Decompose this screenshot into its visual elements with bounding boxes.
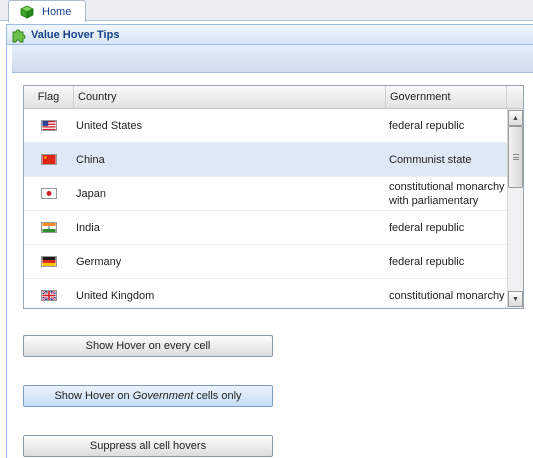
green-cube-icon <box>20 5 34 19</box>
grid-vertical-scrollbar[interactable]: ▲ ▼ <box>507 109 523 308</box>
government-cell: Communist state <box>389 153 472 166</box>
japan-flag-icon <box>41 188 57 199</box>
table-row[interactable]: United States federal republic <box>24 109 507 143</box>
country-cell: Germany <box>76 255 122 268</box>
country-cell: United States <box>76 119 143 132</box>
puzzle-piece-icon <box>12 29 26 42</box>
scrollbar-thumb[interactable] <box>508 126 523 188</box>
country-cell: United Kingdom <box>76 289 155 302</box>
table-row[interactable]: India federal republic <box>24 211 507 245</box>
germany-flag-icon <box>41 256 57 267</box>
column-header-spacer <box>507 86 523 109</box>
government-cell: constitutional monarchy <box>389 289 505 302</box>
india-flag-icon <box>41 222 57 233</box>
table-row[interactable]: Japan constitutional monarchy with parli… <box>24 177 507 211</box>
country-grid: Flag Country Government United States fe… <box>23 85 524 309</box>
country-cell: Japan <box>76 187 106 200</box>
column-header-flag[interactable]: Flag <box>24 86 74 109</box>
tab-home[interactable]: Home <box>8 0 86 22</box>
show-hover-government-cells-button[interactable]: Show Hover on Government cells only <box>23 385 273 407</box>
panel-toolbar <box>12 45 533 73</box>
tab-home-label: Home <box>42 5 72 18</box>
show-hover-every-cell-button[interactable]: Show Hover on every cell <box>23 335 273 357</box>
column-header-government[interactable]: Government <box>386 86 507 109</box>
scroll-up-arrow-icon[interactable]: ▲ <box>508 110 523 126</box>
table-row[interactable]: United Kingdom constitutional monarchy <box>24 279 507 308</box>
grid-body: United States federal republic China Com… <box>24 109 507 308</box>
scroll-down-arrow-icon[interactable]: ▼ <box>508 291 523 307</box>
government-cell: federal republic <box>389 119 465 132</box>
uk-flag-icon <box>41 290 57 301</box>
column-header-country[interactable]: Country <box>74 86 386 109</box>
table-row[interactable]: China Communist state <box>24 143 507 177</box>
tab-strip: Home <box>0 0 533 22</box>
country-cell: India <box>76 221 100 234</box>
government-cell: constitutional monarchy with parliamenta… <box>389 180 505 207</box>
government-cell: federal republic <box>389 221 465 234</box>
suppress-all-cell-hovers-button[interactable]: Suppress all cell hovers <box>23 435 273 457</box>
us-flag-icon <box>41 120 57 131</box>
country-cell: China <box>76 153 105 166</box>
table-row[interactable]: Germany federal republic <box>24 245 507 279</box>
panel-title: Value Hover Tips <box>31 28 120 41</box>
panel-header: Value Hover Tips <box>7 25 533 45</box>
government-cell: federal republic <box>389 255 465 268</box>
china-flag-icon <box>41 154 57 165</box>
grid-header: Flag Country Government <box>24 86 523 109</box>
